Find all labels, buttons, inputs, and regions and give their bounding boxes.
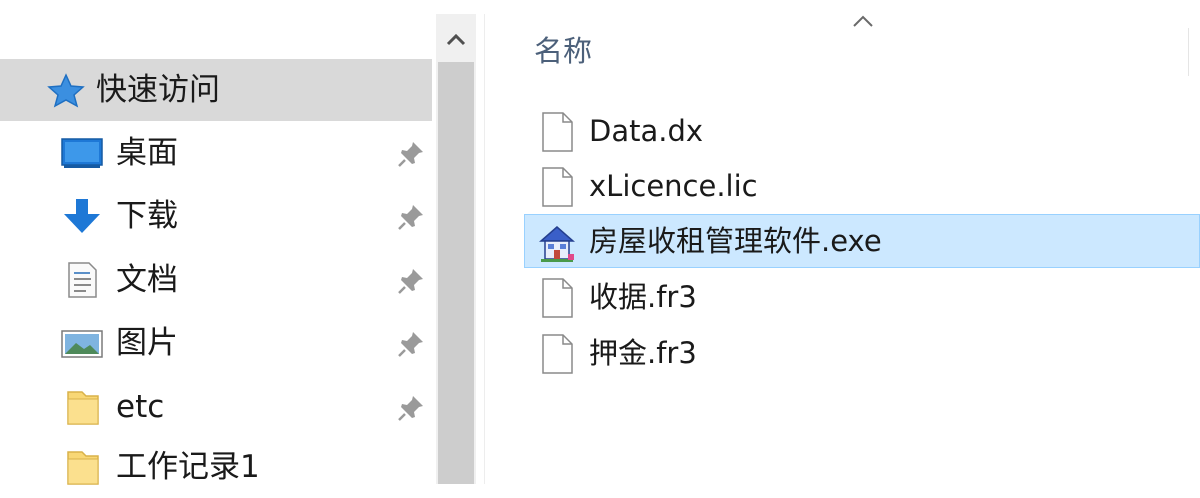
file-row[interactable]: xLicence.lic <box>524 159 1200 213</box>
nav-item-label: 文档 <box>116 262 178 298</box>
file-name: xLicence.lic <box>589 169 758 203</box>
file-row[interactable]: 收据.fr3 <box>524 270 1200 324</box>
file-name: 房屋收租管理软件.exe <box>589 224 882 258</box>
folder-icon <box>67 451 99 485</box>
nav-item-label: 工作记录1 <box>116 449 260 485</box>
nav-item-downloads[interactable]: 下载 <box>0 185 432 247</box>
column-header-name[interactable]: 名称 <box>534 34 592 68</box>
nav-item-desktop[interactable]: 桌面 <box>0 122 432 184</box>
file-icon <box>542 278 573 318</box>
file-icon <box>542 167 573 207</box>
house-app-icon <box>539 226 575 262</box>
nav-item-label: 下载 <box>116 198 178 234</box>
pin-icon[interactable] <box>396 139 426 169</box>
file-icon <box>542 112 573 152</box>
document-icon <box>68 262 97 298</box>
quick-access-star-icon <box>47 73 85 108</box>
nav-item-label: 桌面 <box>116 135 178 171</box>
nav-item-pictures[interactable]: 图片 <box>0 312 432 374</box>
navigation-pane: 快速访问 桌面 下载 文档 图片 etc 工作记录1 <box>0 0 436 485</box>
file-name: 押金.fr3 <box>589 336 697 370</box>
pin-icon[interactable] <box>396 202 426 232</box>
pin-icon[interactable] <box>396 393 426 423</box>
pane-divider <box>484 14 485 484</box>
nav-item-label: 图片 <box>116 325 178 361</box>
pictures-icon <box>61 330 103 358</box>
nav-item-label: 快速访问 <box>96 72 220 108</box>
nav-item-etc[interactable]: etc <box>0 376 432 438</box>
folder-icon <box>67 391 99 425</box>
column-separator[interactable] <box>1188 28 1189 76</box>
nav-item-documents[interactable]: 文档 <box>0 249 432 311</box>
file-row[interactable]: Data.dx <box>524 104 1200 158</box>
scroll-thumb[interactable] <box>438 62 474 484</box>
file-row[interactable]: 押金.fr3 <box>524 326 1200 380</box>
nav-item-work-log-1[interactable]: 工作记录1 <box>0 436 432 498</box>
file-row-selected[interactable]: 房屋收租管理软件.exe <box>524 214 1200 268</box>
pin-icon[interactable] <box>396 266 426 296</box>
file-name: 收据.fr3 <box>589 280 697 314</box>
download-arrow-icon <box>64 199 100 233</box>
nav-scrollbar[interactable] <box>436 14 476 484</box>
desktop-icon <box>61 138 103 168</box>
file-name: Data.dx <box>589 114 704 148</box>
nav-item-label: etc <box>116 389 165 425</box>
scroll-up-arrow-icon[interactable] <box>436 14 476 62</box>
sort-ascending-icon <box>853 15 873 27</box>
nav-item-quick-access[interactable]: 快速访问 <box>0 59 432 121</box>
pin-icon[interactable] <box>396 329 426 359</box>
file-icon <box>542 334 573 374</box>
